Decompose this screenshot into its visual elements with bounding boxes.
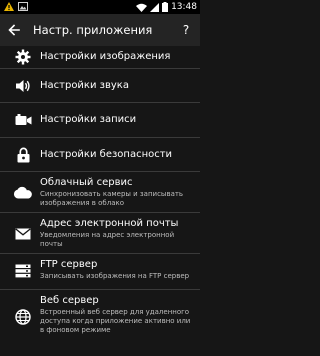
list-item-security-settings[interactable]: Настройки безопасности: [0, 138, 200, 172]
server-icon: [15, 264, 31, 278]
list-item-image-settings[interactable]: Настройки изображения: [0, 46, 200, 69]
help-button[interactable]: ?: [178, 20, 194, 40]
globe-icon: [15, 309, 31, 325]
lock-icon: [17, 147, 29, 163]
arrow-left-icon: [8, 24, 20, 36]
settings-list: Настройки изображения Настройки звука На…: [0, 46, 200, 351]
cloud-icon: [13, 186, 32, 199]
app-bar: Настр. приложения ?: [0, 14, 200, 46]
warning-icon: [4, 2, 14, 11]
status-time: 13:48: [171, 2, 197, 12]
list-item-title: FTP сервер: [40, 259, 98, 270]
list-item-title: Настройки звука: [40, 80, 129, 91]
back-button[interactable]: [4, 20, 24, 40]
list-item-title: Настройки записи: [40, 114, 137, 125]
list-item-cloud-service[interactable]: Облачный сервис Синхронизовать камеры и …: [0, 172, 200, 213]
list-item-email[interactable]: Адрес электронной почты Уведомления на а…: [0, 213, 200, 254]
gear-icon: [15, 49, 31, 65]
email-icon: [15, 228, 31, 240]
list-item-title: Настройки изображения: [40, 51, 171, 62]
list-item-subtitle: Встроенный веб сервер для удаленного дос…: [40, 308, 191, 334]
list-item-title: Адрес электронной почты: [40, 218, 179, 229]
list-item-title: Веб сервер: [40, 295, 99, 306]
video-camera-icon: [15, 114, 31, 125]
list-item-ftp-server[interactable]: FTP сервер Записывать изображения на FTP…: [0, 254, 200, 290]
speaker-icon: [16, 80, 30, 92]
list-item-web-server[interactable]: Веб сервер Встроенный веб сервер для уда…: [0, 290, 200, 351]
list-item-sound-settings[interactable]: Настройки звука: [0, 69, 200, 103]
list-item-title: Настройки безопасности: [40, 149, 173, 160]
image-icon: [18, 2, 28, 11]
list-item-subtitle: Уведомления на адрес электронной почты: [40, 231, 175, 248]
signal-icon: [150, 2, 160, 12]
list-item-subtitle: Синхронизовать камеры и записывать изобр…: [40, 190, 184, 207]
list-item-subtitle: Записывать изображения на FTP сервер: [40, 272, 190, 280]
list-item-recording-settings[interactable]: Настройки записи: [0, 103, 200, 138]
status-bar: 13:48: [0, 0, 200, 14]
battery-icon: [162, 2, 169, 12]
page-title: Настр. приложения: [33, 23, 153, 37]
wifi-icon: [136, 3, 148, 12]
list-item-title: Облачный сервис: [40, 177, 133, 188]
